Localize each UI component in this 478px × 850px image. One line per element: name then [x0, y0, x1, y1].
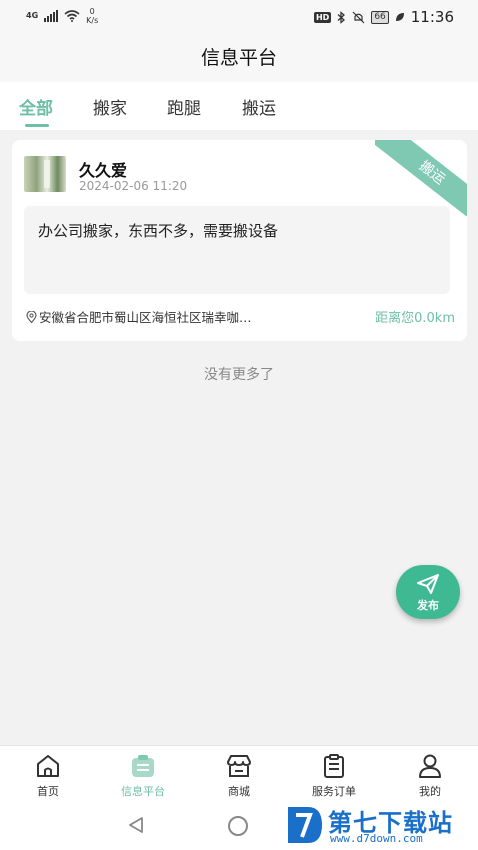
category-tabs: 全部 搬家 跑腿 搬运	[0, 82, 478, 130]
post-location: 安徽省合肥市蜀山区海恒社区瑞幸咖…	[26, 307, 316, 326]
nav-service-orders[interactable]: 服务订单	[294, 746, 374, 802]
signal-icon	[44, 10, 59, 22]
tab-errands[interactable]: 跑腿	[167, 94, 201, 119]
page-title: 信息平台	[0, 34, 478, 82]
category-ribbon: 搬运	[375, 140, 467, 216]
speed-unit: K/s	[86, 16, 99, 25]
clipboard-icon	[324, 754, 344, 778]
post-content-box: 办公司搬家，东西不多，需要搬设备	[24, 206, 450, 294]
bell-muted-icon	[352, 11, 365, 23]
speed-value: 0	[89, 7, 95, 16]
store-icon	[227, 755, 251, 777]
status-right: HD 66 11:36	[313, 8, 454, 26]
nav-info-platform[interactable]: 信息平台	[103, 746, 183, 802]
avatar[interactable]	[24, 156, 66, 192]
watermark-url: www.d7down.com	[330, 832, 423, 845]
watermark-logo-icon	[288, 807, 322, 843]
battery-indicator: 66	[371, 10, 389, 24]
nav-home[interactable]: 首页	[8, 746, 88, 802]
tab-moving[interactable]: 搬家	[93, 94, 127, 119]
nav-mine-label: 我的	[419, 785, 441, 798]
nav-home-label: 首页	[37, 785, 59, 798]
clock: 11:36	[410, 8, 454, 26]
tab-all[interactable]: 全部	[19, 94, 53, 119]
home-circle-icon[interactable]	[228, 816, 248, 836]
nav-store-label: 商城	[228, 785, 250, 798]
nav-mine[interactable]: 我的	[390, 746, 470, 802]
home-icon	[37, 755, 59, 777]
list-end-text: 没有更多了	[204, 367, 274, 383]
post-user-name: 久久爱	[79, 161, 128, 180]
system-nav-bar: 第七下载站 www.d7down.com	[0, 801, 478, 850]
network-type: 4G	[26, 11, 39, 20]
bluetooth-icon	[337, 10, 346, 24]
active-tab-indicator	[25, 124, 49, 127]
post-card[interactable]: 久久爱 2024-02-06 11:20 搬运 办公司搬家，东西不多，需要搬设备…	[12, 140, 467, 341]
location-pin-icon	[26, 310, 37, 323]
hd-badge: HD	[313, 11, 332, 23]
post-location-text: 安徽省合肥市蜀山区海恒社区瑞幸咖…	[39, 310, 252, 325]
status-left: 4G 0 K/s	[26, 7, 98, 25]
post-timestamp: 2024-02-06 11:20	[79, 179, 188, 193]
post-distance: 距离您0.0km	[375, 311, 455, 326]
person-icon	[419, 754, 441, 778]
post-content: 办公司搬家，东西不多，需要搬设备	[38, 222, 279, 240]
publish-button[interactable]: 发布	[396, 565, 460, 619]
network-speed: 0 K/s	[86, 7, 98, 25]
nav-service-orders-label: 服务订单	[312, 785, 356, 798]
bottom-nav: 首页 信息平台 商城 服务订单 我的	[0, 745, 478, 801]
back-icon[interactable]	[126, 815, 146, 835]
send-icon	[417, 574, 439, 594]
nav-info-platform-label: 信息平台	[121, 785, 165, 798]
leaf-icon	[395, 13, 404, 21]
tab-hauling[interactable]: 搬运	[242, 94, 276, 119]
info-platform-icon	[132, 755, 154, 777]
publish-label: 发布	[417, 599, 439, 612]
category-ribbon-label: 搬运	[375, 140, 467, 216]
watermark: 第七下载站 www.d7down.com	[286, 801, 476, 850]
status-bar: 4G 0 K/s HD 66 11:36	[0, 0, 478, 34]
wifi-icon	[64, 10, 80, 22]
nav-store[interactable]: 商城	[199, 746, 279, 802]
